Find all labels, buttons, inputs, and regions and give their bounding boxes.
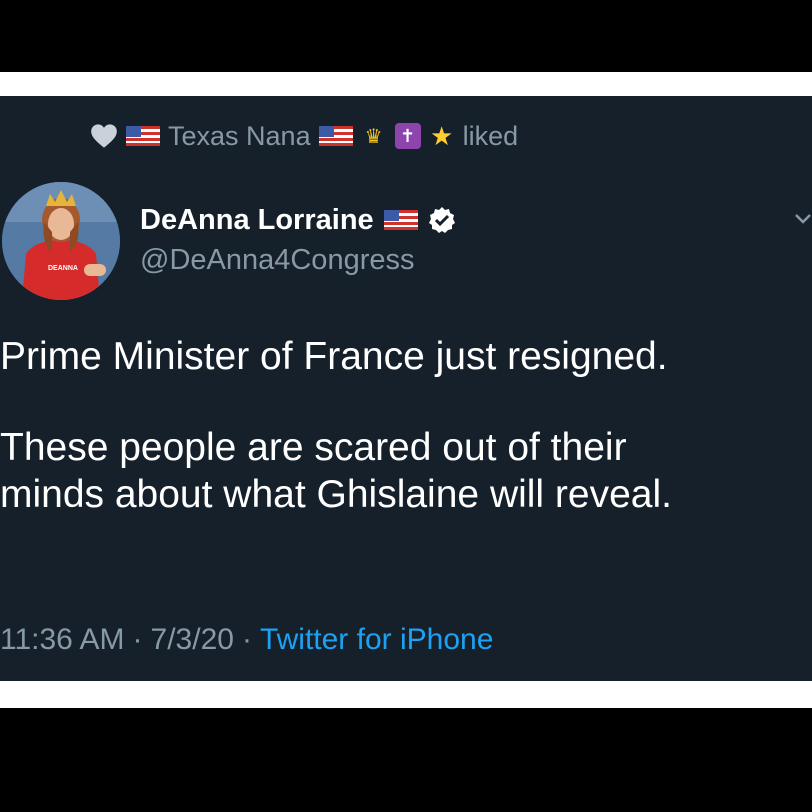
avatar-shirt-text: DEANNA xyxy=(48,265,78,272)
tweet-text-line: minds about what Ghislaine will reveal. xyxy=(0,473,672,516)
top-black-bar xyxy=(0,0,812,72)
tweet-card[interactable]: Texas Nana ♛ ✝ ★ liked DEANNA DeAnna Lor… xyxy=(0,96,812,681)
star-icon: ★ xyxy=(429,120,454,151)
tweet-meta: 11:36 AM · 7/3/20 · Twitter for iPhone xyxy=(0,620,493,660)
avatar-image: DEANNA xyxy=(2,182,120,300)
verified-badge-icon xyxy=(428,207,455,233)
liked-label: liked xyxy=(462,120,519,151)
tweet-date[interactable]: 7/3/20 xyxy=(151,623,234,657)
bottom-white-border xyxy=(0,681,812,708)
top-white-border xyxy=(0,72,812,96)
tweet-text: Prime Minister of France just resigned. … xyxy=(0,334,812,519)
crown-icon: ♛ xyxy=(364,125,383,148)
author-block[interactable]: DeAnna Lorraine @DeAnna4Congress xyxy=(140,200,456,277)
social-context: Texas Nana ♛ ✝ ★ liked xyxy=(90,118,518,154)
user-handle[interactable]: @DeAnna4Congress xyxy=(140,244,456,277)
tweet-text-line: These people are scared out of their xyxy=(0,426,627,469)
meta-separator: · xyxy=(132,623,143,656)
bottom-black-bar xyxy=(0,708,812,812)
heart-icon xyxy=(91,124,117,148)
tweet-text-line: Prime Minister of France just resigned. xyxy=(0,335,668,378)
liker-name[interactable]: Texas Nana xyxy=(168,121,311,152)
us-flag-icon xyxy=(318,126,353,146)
us-flag-icon xyxy=(126,126,160,146)
tweet-source-link[interactable]: Twitter for iPhone xyxy=(260,623,493,657)
display-name[interactable]: DeAnna Lorraine xyxy=(140,204,374,237)
tweet-time[interactable]: 11:36 AM xyxy=(0,623,125,657)
us-flag-icon xyxy=(383,210,418,230)
chevron-down-icon[interactable] xyxy=(794,212,812,226)
avatar[interactable]: DEANNA xyxy=(2,182,120,300)
latin-cross-icon: ✝ xyxy=(394,123,421,149)
meta-separator: · xyxy=(241,623,252,656)
